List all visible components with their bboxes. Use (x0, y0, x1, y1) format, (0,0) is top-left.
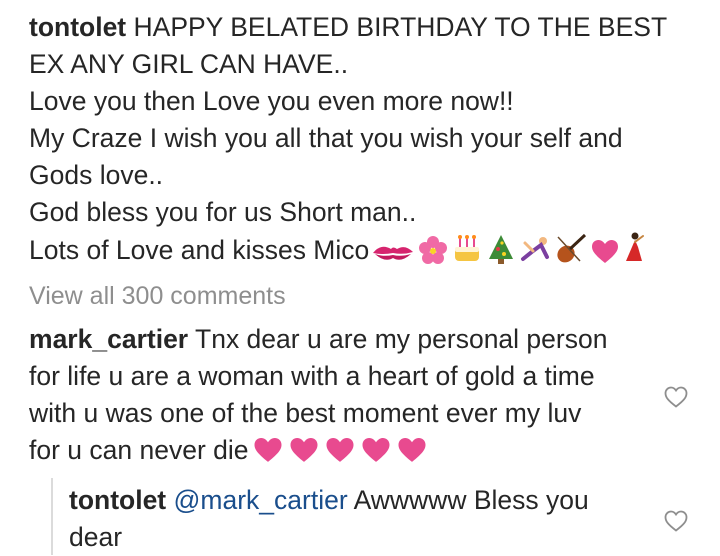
comment-text-1: Tnx dear u are my personal person (195, 324, 608, 354)
reply-line-2: dear (69, 522, 123, 552)
caption-line-6: God bless you for us Short man.. (29, 197, 417, 227)
birthday-cake-icon (455, 235, 480, 261)
violin-icon (557, 233, 587, 263)
caption-line-3: Love you then Love you even more now!! (29, 86, 514, 116)
comment-line-3: with u was one of the best moment ever m… (29, 398, 582, 428)
cartwheel-icon (521, 237, 550, 261)
caption-text-1: HAPPY BELATED BIRTHDAY TO THE BEST (133, 12, 668, 42)
reply: tontolet @mark_cartier Awwwww Bless you … (69, 482, 669, 556)
comment: mark_cartier Tnx dear u are my personal … (29, 321, 649, 469)
pink-heart-emoji-icon (362, 438, 389, 462)
comment-line-1: mark_cartier Tnx dear u are my personal … (29, 321, 649, 358)
heart-emoji-row (253, 437, 427, 464)
cherry-blossom-icon (419, 236, 448, 264)
caption-text-7: Lots of Love and kisses Mico (29, 235, 370, 265)
caption-line-2: EX ANY GIRL CAN HAVE.. (29, 49, 349, 79)
comment-line-2: for life u are a woman with a heart of g… (29, 361, 595, 391)
caption-line-7: Lots of Love and kisses Mico (29, 231, 699, 269)
pink-heart-emoji-icon (326, 438, 353, 462)
reply-mention[interactable]: @mark_cartier (174, 485, 348, 515)
pink-heart-emoji-icon (398, 438, 425, 462)
pink-heart-emoji-icon (254, 438, 281, 462)
kiss-mark-icon (373, 246, 414, 260)
christmas-tree-icon (489, 235, 514, 264)
heart-icon (592, 240, 619, 263)
comment-username[interactable]: mark_cartier (29, 324, 188, 354)
like-comment-heart-icon[interactable] (664, 386, 688, 408)
reply-username[interactable]: tontolet (69, 485, 166, 515)
caption-username[interactable]: tontolet (29, 12, 126, 42)
reply-line-1: tontolet @mark_cartier Awwwww Bless you (69, 482, 669, 519)
dancer-icon (626, 232, 645, 261)
caption-line-5: Gods love.. (29, 160, 164, 190)
view-all-comments-link[interactable]: View all 300 comments (29, 282, 286, 311)
comment-line-4: for u can never die (29, 432, 649, 469)
reply-thread-line (51, 478, 53, 555)
caption-line-4: My Craze I wish you all that you wish yo… (29, 123, 623, 153)
emoji-row (371, 231, 646, 265)
like-reply-heart-icon[interactable] (664, 510, 688, 532)
pink-heart-emoji-icon (290, 438, 317, 462)
caption: tontolet HAPPY BELATED BIRTHDAY TO THE B… (29, 9, 699, 269)
reply-text-1: Awwwww Bless you (353, 485, 589, 515)
comment-text-4: for u can never die (29, 435, 249, 465)
caption-line-1: tontolet HAPPY BELATED BIRTHDAY TO THE B… (29, 9, 699, 46)
